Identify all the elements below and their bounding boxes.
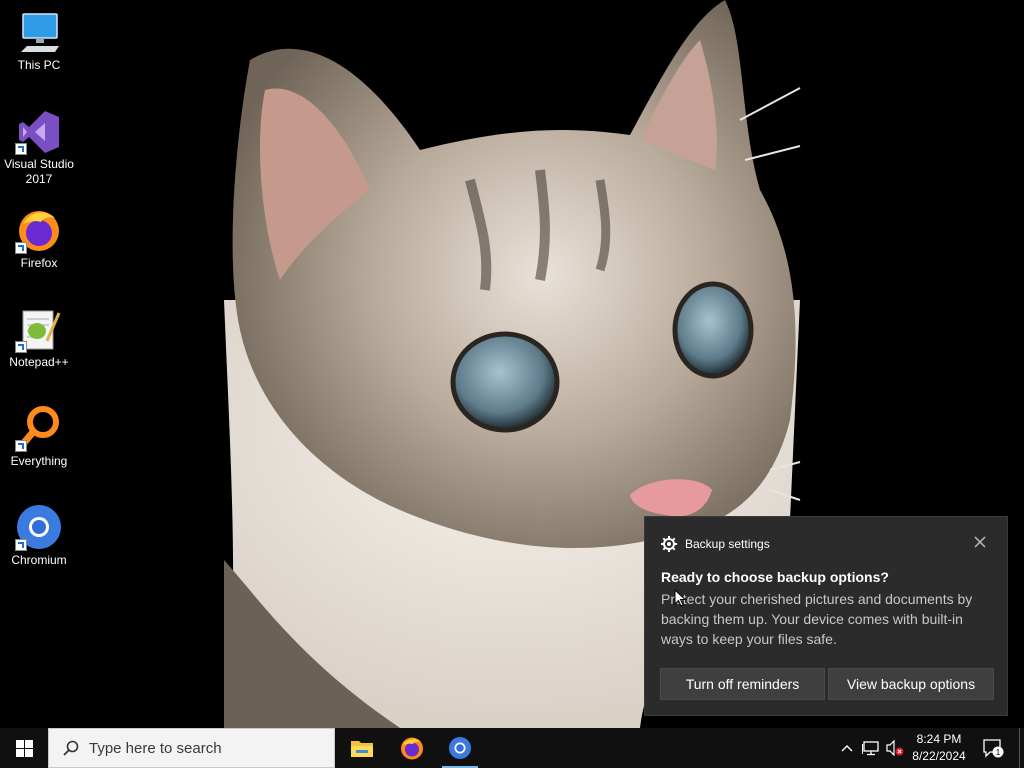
gear-icon	[661, 536, 677, 552]
notification-icon: 1	[983, 739, 1004, 758]
desktop-icon-label: This PC	[17, 58, 61, 72]
this-pc-icon	[15, 8, 63, 56]
desktop-icon-visual-studio[interactable]: Visual Studio 2017	[0, 99, 78, 187]
shortcut-arrow-icon	[15, 539, 27, 551]
desktop-icon-firefox[interactable]: Firefox	[0, 198, 78, 271]
notification-count: 1	[996, 748, 1001, 757]
shortcut-arrow-icon	[15, 143, 27, 155]
desktop-icon-label: Chromium	[11, 553, 67, 567]
start-button[interactable]	[0, 728, 48, 768]
close-icon[interactable]	[973, 535, 987, 549]
desktop-icon-label: Visual Studio 2017	[4, 157, 74, 186]
clock-date: 8/22/2024	[912, 749, 966, 763]
volume-muted-icon	[886, 740, 904, 756]
show-hidden-icons-button[interactable]	[838, 728, 856, 768]
windows-logo-icon	[15, 739, 33, 757]
desktop-icon-chromium[interactable]: Chromium	[0, 495, 78, 568]
search-icon	[63, 740, 79, 756]
everything-icon	[15, 404, 63, 452]
network-icon	[862, 741, 879, 756]
desktop-icon-label: Everything	[10, 454, 68, 468]
chromium-icon	[449, 737, 471, 759]
shortcut-arrow-icon	[15, 341, 27, 353]
clock-time: 8:24 PM	[916, 732, 962, 746]
show-desktop-button[interactable]	[1019, 728, 1024, 768]
chevron-up-icon	[841, 745, 853, 752]
toast-title: Ready to choose backup options?	[661, 569, 889, 585]
desktop-icon-label: Firefox	[20, 256, 58, 270]
backup-toast-notification: Backup settings Ready to choose backup o…	[644, 516, 1008, 716]
view-backup-options-button[interactable]: View backup options	[828, 668, 994, 700]
desktop-icon-notepadpp[interactable]: Notepad++	[0, 297, 78, 370]
notepadpp-icon	[15, 305, 63, 353]
search-placeholder: Type here to search	[89, 739, 222, 757]
volume-button[interactable]	[884, 728, 906, 768]
visual-studio-icon	[15, 107, 63, 155]
shortcut-arrow-icon	[15, 242, 27, 254]
firefox-icon	[15, 206, 63, 254]
shortcut-arrow-icon	[15, 440, 27, 452]
file-explorer-icon	[351, 741, 373, 757]
toast-header: Backup settings	[661, 535, 770, 553]
turn-off-reminders-button[interactable]: Turn off reminders	[660, 668, 825, 700]
taskbar-chromium[interactable]	[436, 728, 484, 768]
mouse-cursor-icon	[674, 589, 686, 607]
toast-body: Protect your cherished pictures and docu…	[661, 591, 973, 647]
taskbar: Type here to search 8:24 PM 8/22/2024 1	[0, 728, 1024, 768]
desktop-icon-label: Notepad++	[9, 355, 69, 369]
taskbar-file-explorer[interactable]	[338, 728, 386, 768]
network-status-button[interactable]	[860, 728, 882, 768]
desktop-icon-everything[interactable]: Everything	[0, 396, 78, 469]
taskbar-clock[interactable]: 8:24 PM 8/22/2024	[905, 731, 973, 765]
action-center-button[interactable]: 1	[980, 728, 1006, 768]
firefox-icon	[401, 737, 423, 760]
taskbar-search-box[interactable]: Type here to search	[48, 728, 335, 768]
taskbar-firefox[interactable]	[388, 728, 436, 768]
chromium-icon	[15, 503, 63, 551]
desktop-icon-this-pc[interactable]: This PC	[0, 0, 78, 73]
toast-app-name: Backup settings	[685, 537, 770, 551]
